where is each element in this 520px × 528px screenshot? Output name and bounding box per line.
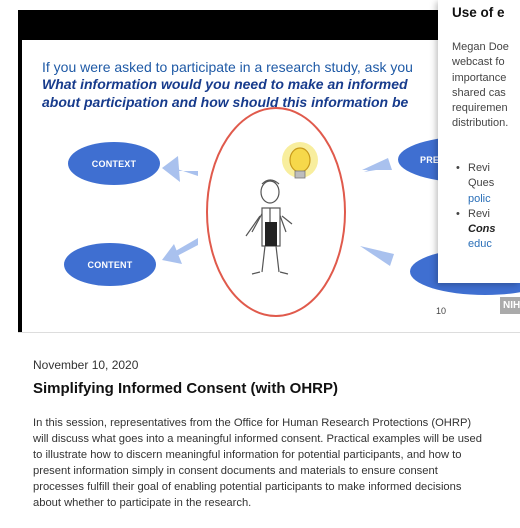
list-item-line: Cons xyxy=(468,223,496,236)
popup-body-line: webcast fo xyxy=(452,56,505,69)
list-item-line: Revi xyxy=(468,207,491,220)
description-line: In this session, representatives from th… xyxy=(33,417,472,429)
popup-list: • Revi Ques polic • Revi Cons educ xyxy=(456,161,496,253)
bullet-icon: • xyxy=(456,162,460,174)
section-divider xyxy=(18,332,520,333)
description-line: will discuss what goes into a meaningful… xyxy=(33,433,482,445)
popup-list-item: • Revi Ques polic xyxy=(456,161,496,207)
description-line: to illustrate how to discern meaningful … xyxy=(33,449,462,461)
overlay-popup: Use of e Megan Doe webcast fo importance… xyxy=(438,0,520,283)
description-line: present information simply in consent do… xyxy=(33,465,438,477)
event-date: November 10, 2020 xyxy=(33,358,139,372)
popup-body-line: Megan Doe xyxy=(452,41,509,53)
bullet-icon: • xyxy=(456,207,460,220)
list-item-line: Ques xyxy=(468,177,495,190)
popup-body-line: shared cas xyxy=(452,86,506,99)
slide-page-number: 10 xyxy=(436,306,447,316)
list-item-line: Revi xyxy=(468,162,491,174)
popup-body-line: importance xyxy=(452,71,507,84)
policy-link[interactable]: polic xyxy=(468,192,496,207)
popup-list-item: • Revi Cons educ xyxy=(456,207,496,253)
popup-body-line: distribution. xyxy=(452,117,509,130)
nih-badge: NIH xyxy=(500,297,520,314)
popup-body: Megan Doe webcast fo importance shared c… xyxy=(452,40,509,132)
description-line: processes fulfill their goal of enabling… xyxy=(33,481,462,493)
event-title[interactable]: Simplifying Informed Consent (with OHRP) xyxy=(33,380,338,397)
popup-body-line: requiremen xyxy=(452,102,508,115)
event-description: In this session, representatives from th… xyxy=(33,415,520,511)
description-line: about whether to participate in the rese… xyxy=(33,497,252,509)
popup-title: Use of e xyxy=(452,5,505,20)
education-link[interactable]: educ xyxy=(468,237,496,252)
